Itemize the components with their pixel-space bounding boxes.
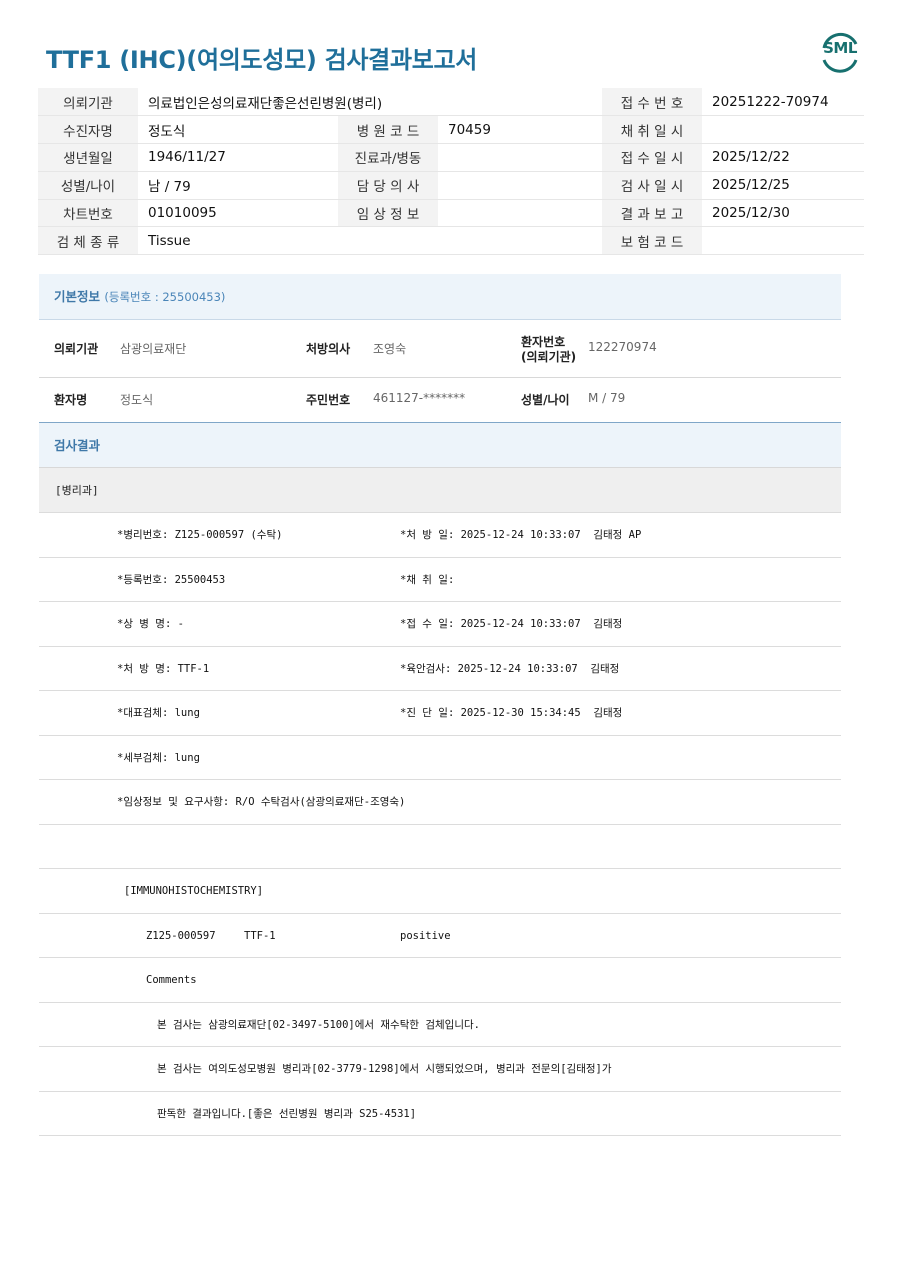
value-patient: 정도식	[120, 393, 154, 407]
value-collection-date	[702, 115, 864, 145]
label-requesting-institution: 의뢰기관	[38, 88, 138, 117]
label-department: 진료과/병동	[338, 143, 438, 172]
result-right: *처 방 일: 2025-12-24 10:33:07 김태정 AP	[400, 529, 642, 541]
label-receipt-date: 접 수 일 시	[602, 143, 702, 172]
result-left: *임상정보 및 요구사항: R/O 수탁검사(삼광의료재단-조영숙)	[117, 796, 406, 808]
pathology-dept-bar: [병리과]	[39, 468, 841, 513]
result-right: *육안검사: 2025-12-24 10:33:07 김태정	[400, 662, 620, 675]
label-collection-date: 채 취 일 시	[602, 115, 702, 145]
value-chart-number: 01010095	[138, 199, 338, 228]
ihc-heading-row: [IMMUNOHISTOCHEMISTRY]	[39, 869, 841, 914]
results-heading: 검사결과	[54, 438, 101, 453]
value-patient-number: 122270974	[588, 340, 657, 354]
result-left: *병리번호: Z125-000597 (수탁)	[117, 529, 283, 541]
label-patient-name: 수진자명	[38, 115, 138, 145]
label-attending-doctor: 담 당 의 사	[338, 171, 438, 200]
report-title: TTF1 (IHC)(여의도성모) 검사결과보고서	[46, 46, 478, 74]
value-sex-age-2: M / 79	[588, 391, 626, 405]
logo-text: SML	[823, 39, 857, 57]
result-right: *채 취 일:	[400, 573, 455, 586]
value-receipt-number: 20251222-70974	[702, 88, 864, 117]
label-insurance-code: 보 험 코 드	[602, 226, 702, 256]
value-hospital-code: 70459	[438, 115, 602, 145]
label-resident-number: 주민번호	[306, 393, 351, 407]
ihc-result-row: Z125-000597 TTF-1 positive	[39, 914, 841, 958]
registration-number: (등록번호 : 25500453)	[104, 290, 226, 304]
result-left: *세부검체: lung	[117, 751, 200, 764]
basic-info-header: 기본정보 (등록번호 : 25500453)	[39, 274, 841, 320]
pathology-dept-label: [병리과]	[55, 484, 99, 497]
label-chart-number: 차트번호	[38, 199, 138, 228]
comment-line: 판독한 결과입니다.[좋은 선린병원 병리과 S25-4531]	[157, 1107, 417, 1120]
result-row: *처 방 명: TTF-1 *육안검사: 2025-12-24 10:33:07…	[39, 647, 841, 691]
result-left: *상 병 명: -	[117, 618, 184, 630]
result-left: *등록번호: 25500453	[117, 573, 226, 586]
result-row: *세부검체: lung	[39, 736, 841, 780]
header-row: 수진자명 정도식 병 원 코 드 70459 채 취 일 시	[38, 115, 864, 145]
value-receipt-date: 2025/12/22	[702, 143, 864, 172]
value-birth-date: 1946/11/27	[138, 143, 338, 172]
value-patient-name: 정도식	[138, 115, 338, 145]
basic-info-row-1: 의뢰기관 삼광의료재단 처방의사 조영숙 환자번호 (의뢰기관) 1222709…	[39, 320, 841, 378]
header-row: 차트번호 01010095 임 상 정 보 결 과 보 고 2025/12/30	[38, 199, 864, 228]
ihc-pathology-number: Z125-000597	[146, 929, 216, 942]
label-specimen-type: 검 체 종 류	[38, 226, 138, 256]
value-institution: 삼광의료재단	[120, 342, 187, 356]
basic-info-heading: 기본정보	[54, 289, 101, 304]
sml-logo: SML	[818, 30, 862, 74]
label-hospital-code: 병 원 코 드	[338, 115, 438, 145]
value-sex-age: 남 / 79	[138, 171, 338, 200]
comment-line: 본 검사는 삼광의료재단[02-3497-5100]에서 재수탁한 검체입니다.	[157, 1018, 480, 1031]
value-insurance-code	[702, 226, 864, 256]
header-row: 생년월일 1946/11/27 진료과/병동 접 수 일 시 2025/12/2…	[38, 143, 864, 172]
ihc-marker: TTF-1	[244, 929, 276, 942]
label-result-report: 결 과 보 고	[602, 199, 702, 228]
header-row: 의뢰기관 의료법인은성의료재단좋은선린병원(병리) 접 수 번 호 202512…	[38, 88, 864, 117]
header-row: 검 체 종 류 Tissue 보 험 코 드	[38, 226, 864, 256]
label-patient: 환자명	[54, 393, 88, 407]
result-right: *진 단 일: 2025-12-30 15:34:45 김태정	[400, 707, 623, 719]
basic-info-row-2: 환자명 정도식 주민번호 461127-******* 성별/나이 M / 79	[39, 378, 841, 423]
value-test-date: 2025/12/25	[702, 171, 864, 200]
blank-row	[39, 825, 841, 869]
comment-line: 본 검사는 여의도성모병원 병리과[02-3779-1298]에서 시행되었으며…	[157, 1063, 612, 1075]
ihc-result: positive	[400, 929, 451, 942]
header-info-table: 의뢰기관 의료법인은성의료재단좋은선린병원(병리) 접 수 번 호 202512…	[38, 88, 864, 256]
result-left: *대표검체: lung	[117, 707, 200, 719]
label-test-date: 검 사 일 시	[602, 171, 702, 200]
result-row: *등록번호: 25500453 *채 취 일:	[39, 558, 841, 602]
label-prescribing-doctor: 처방의사	[306, 342, 351, 356]
value-requesting-institution: 의료법인은성의료재단좋은선린병원(병리)	[138, 88, 602, 117]
result-row: *상 병 명: - *접 수 일: 2025-12-24 10:33:07 김태…	[39, 602, 841, 647]
label-sex-age: 성별/나이	[38, 171, 138, 200]
label-sex-age-2: 성별/나이	[521, 393, 570, 407]
value-result-report: 2025/12/30	[702, 199, 864, 228]
ihc-heading: [IMMUNOHISTOCHEMISTRY]	[124, 885, 264, 897]
label-receipt-number: 접 수 번 호	[602, 88, 702, 117]
comments-label-row: Comments	[39, 958, 841, 1003]
comment-row: 판독한 결과입니다.[좋은 선린병원 병리과 S25-4531]	[39, 1092, 841, 1136]
value-clinical-info	[438, 199, 602, 228]
value-prescribing-doctor: 조영숙	[373, 342, 407, 356]
value-specimen-type: Tissue	[138, 226, 602, 256]
result-row: *임상정보 및 요구사항: R/O 수탁검사(삼광의료재단-조영숙)	[39, 780, 841, 825]
result-row: *병리번호: Z125-000597 (수탁) *처 방 일: 2025-12-…	[39, 513, 841, 558]
results-header: 검사결과	[39, 423, 841, 468]
comment-row: 본 검사는 여의도성모병원 병리과[02-3779-1298]에서 시행되었으며…	[39, 1047, 841, 1092]
label-birth-date: 생년월일	[38, 143, 138, 172]
result-row: *대표검체: lung *진 단 일: 2025-12-30 15:34:45 …	[39, 691, 841, 736]
result-right: *접 수 일: 2025-12-24 10:33:07 김태정	[400, 618, 623, 630]
comment-row: 본 검사는 삼광의료재단[02-3497-5100]에서 재수탁한 검체입니다.	[39, 1003, 841, 1047]
label-patient-number-sub: (의뢰기관)	[521, 350, 577, 364]
value-resident-number: 461127-*******	[373, 391, 466, 405]
header-row: 성별/나이 남 / 79 담 당 의 사 검 사 일 시 2025/12/25	[38, 171, 864, 200]
value-attending-doctor	[438, 171, 602, 200]
value-department	[438, 143, 602, 172]
label-institution: 의뢰기관	[54, 342, 99, 356]
label-clinical-info: 임 상 정 보	[338, 199, 438, 228]
result-left: *처 방 명: TTF-1	[117, 662, 210, 675]
comments-label: Comments	[146, 974, 197, 986]
